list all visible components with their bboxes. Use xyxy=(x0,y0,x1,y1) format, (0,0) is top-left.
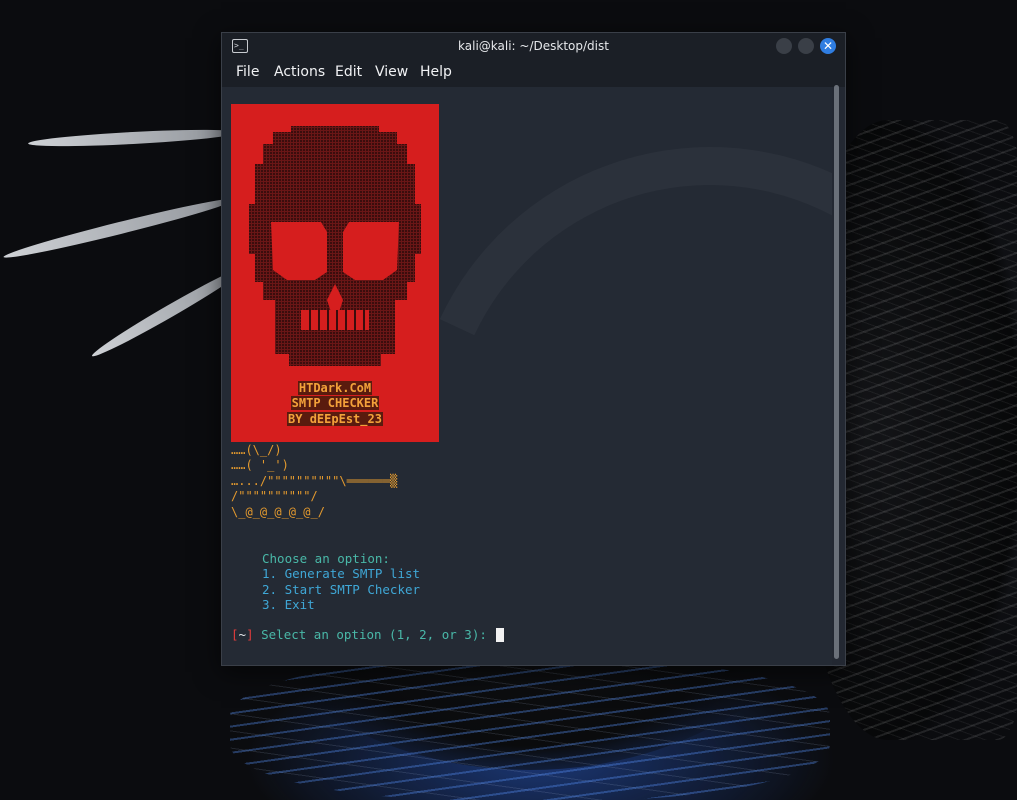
banner-tool-name: SMTP CHECKER xyxy=(290,396,380,410)
menu-help[interactable]: Help xyxy=(420,64,452,80)
wallpaper-claw xyxy=(27,126,239,150)
banner-site: HTDark.CoM xyxy=(297,381,373,395)
text-cursor[interactable] xyxy=(496,628,505,642)
wallpaper-water xyxy=(230,660,830,800)
wallpaper-claw xyxy=(2,193,238,263)
menu-heading: Choose an option: xyxy=(262,551,390,566)
title-bar[interactable]: >_ kali@kali: ~/Desktop/dist ✕ xyxy=(222,33,845,59)
skull-banner: HTDark.CoM SMTP CHECKER BY dEEpEst_23 xyxy=(231,104,439,442)
ascii-art-line: ……(\_/) xyxy=(231,443,282,457)
menu-bar: File Actions Edit View Help xyxy=(222,59,845,87)
menu-option-start: 2. Start SMTP Checker xyxy=(262,582,421,597)
command-prompt[interactable]: [~] Select an option (1, 2, or 3): xyxy=(231,627,505,642)
ascii-art-line: ……( '_') xyxy=(231,458,289,472)
ascii-art-line: /""""""""""/ xyxy=(231,489,318,503)
terminal-output[interactable]: HTDark.CoM SMTP CHECKER BY dEEpEst_23 ……… xyxy=(222,87,832,665)
menu-option-generate: 1. Generate SMTP list xyxy=(262,566,421,581)
menu-view[interactable]: View xyxy=(375,64,408,80)
menu-edit[interactable]: Edit xyxy=(335,64,362,80)
menu-file[interactable]: File xyxy=(236,64,259,80)
prompt-text: Select an option (1, 2, or 3): xyxy=(253,627,495,642)
terminal-window[interactable]: >_ kali@kali: ~/Desktop/dist ✕ File Acti… xyxy=(221,32,846,666)
ascii-art-line: \_@_@_@_@_@_/ xyxy=(231,505,325,519)
maximize-button[interactable] xyxy=(798,38,814,54)
ascii-art-line: ….../""""""""""\══════▒ xyxy=(231,474,398,488)
prompt-tilde: ~ xyxy=(238,627,247,642)
menu-option-exit: 3. Exit xyxy=(262,597,315,612)
window-title: kali@kali: ~/Desktop/dist xyxy=(458,39,609,53)
scrollbar[interactable] xyxy=(834,85,839,659)
prompt-open-bracket: [ xyxy=(231,627,239,642)
close-button[interactable]: ✕ xyxy=(820,38,836,54)
banner-author: BY dEEpEst_23 xyxy=(287,412,383,426)
prompt-close-bracket: ] xyxy=(246,627,254,642)
minimize-button[interactable] xyxy=(776,38,792,54)
menu-actions[interactable]: Actions xyxy=(274,64,325,80)
